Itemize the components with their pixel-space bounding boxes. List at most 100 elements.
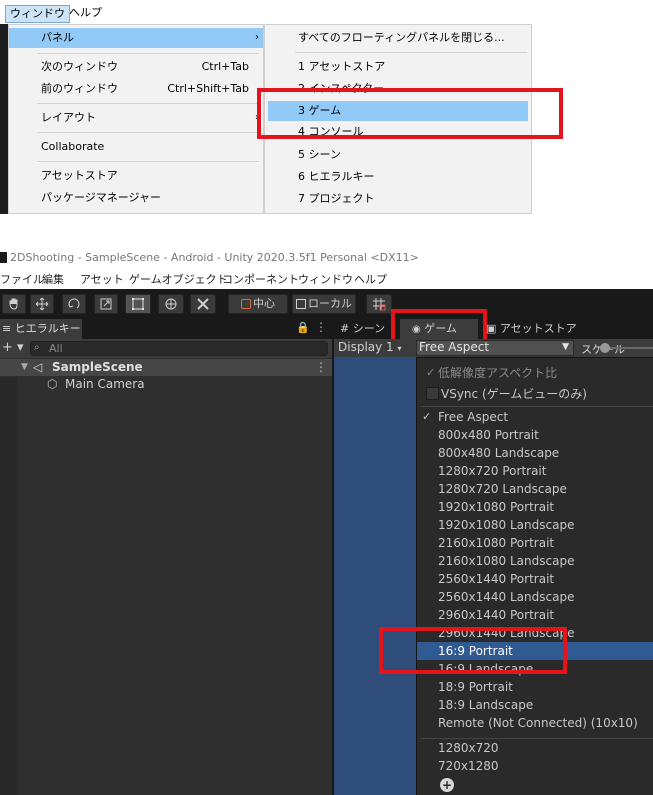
hierarchy-search-input[interactable]: ⌕ All bbox=[30, 341, 328, 356]
aspect-option[interactable]: 1280x720 Portrait bbox=[417, 462, 653, 480]
aspect-option-label: 800x480 Landscape bbox=[438, 446, 560, 460]
add-icon[interactable]: + ▾ bbox=[2, 340, 24, 355]
aspect-option[interactable]: 2160x1080 Landscape bbox=[417, 552, 653, 570]
aspect-option-label: 720x1280 bbox=[438, 759, 499, 773]
low-resolution-toggle[interactable]: ✓ 低解像度アスペクト比 bbox=[417, 364, 653, 382]
menu-separator bbox=[37, 132, 259, 133]
menu-item-prev-window[interactable]: 前のウィンドウ Ctrl+Shift+Tab bbox=[9, 79, 263, 99]
aspect-option[interactable]: 1280x720 Landscape bbox=[417, 480, 653, 498]
tab-asset-store[interactable]: ▣ アセットストア bbox=[482, 319, 578, 339]
aspect-option[interactable]: 800x480 Landscape bbox=[417, 444, 653, 462]
aspect-option-label: 18:9 Landscape bbox=[438, 698, 534, 712]
tab-label: シーン bbox=[352, 322, 386, 335]
aspect-option[interactable]: 2560x1440 Landscape bbox=[417, 588, 653, 606]
hand-tool-button[interactable] bbox=[2, 294, 26, 314]
menu-assets[interactable]: アセット bbox=[80, 271, 124, 287]
rotate-tool-button[interactable] bbox=[62, 294, 86, 314]
more-options-icon[interactable]: ⋮ bbox=[315, 359, 327, 376]
slider-handle[interactable] bbox=[600, 343, 610, 353]
checkmark-icon: ✓ bbox=[426, 366, 436, 379]
more-options-icon[interactable]: ⋮ bbox=[315, 320, 327, 334]
tab-hierarchy[interactable]: ≡ ヒエラルキー bbox=[0, 319, 82, 339]
space-label: ローカル bbox=[308, 297, 352, 310]
vsync-checkbox[interactable] bbox=[426, 387, 439, 400]
aspect-option-label: 2560x1440 Landscape bbox=[438, 590, 575, 604]
menu-edit[interactable]: 編集 bbox=[42, 271, 64, 287]
fixed-size-1280x720[interactable]: 1280x720 bbox=[417, 739, 653, 757]
tab-scene[interactable]: # シーン bbox=[336, 319, 392, 339]
custom-tool-button[interactable] bbox=[190, 294, 216, 314]
menu-separator bbox=[295, 52, 527, 53]
menu-item-hierarchy[interactable]: 6 ヒエラルキー bbox=[265, 167, 531, 187]
hand-icon bbox=[9, 298, 18, 310]
aspect-option[interactable]: 1920x1080 Landscape bbox=[417, 516, 653, 534]
aspect-dropdown[interactable]: Free Aspect ▼ bbox=[416, 340, 574, 356]
aspect-option[interactable]: 2560x1440 Portrait bbox=[417, 570, 653, 588]
menu-item-next-window[interactable]: 次のウィンドウ Ctrl+Tab bbox=[9, 57, 263, 77]
hierarchy-scene-row[interactable]: ▼ ◁ SampleScene ⋮ bbox=[0, 359, 332, 376]
fixed-size-720x1280[interactable]: 720x1280 bbox=[417, 757, 653, 775]
cube-icon: ⬡ bbox=[47, 377, 58, 391]
aspect-option-label: 1920x1080 Landscape bbox=[438, 518, 575, 532]
menubar: ウィンドウ ヘルプ bbox=[0, 0, 653, 24]
scale-tool-button[interactable] bbox=[94, 294, 118, 314]
menu-item-close-floating[interactable]: すべてのフローティングパネルを閉じる... bbox=[265, 28, 531, 48]
menu-item-panel[interactable]: パネル › bbox=[9, 28, 263, 48]
display-dropdown[interactable]: Display 1 ▾ bbox=[338, 340, 402, 354]
aspect-option[interactable]: ✓ Free Aspect bbox=[417, 408, 653, 426]
aspect-option[interactable]: 2160x1080 Portrait bbox=[417, 534, 653, 552]
aspect-option-label: Free Aspect bbox=[438, 410, 509, 424]
low-resolution-label: 低解像度アスペクト比 bbox=[438, 366, 558, 380]
pivot-toggle-button[interactable]: 中心 bbox=[228, 294, 288, 314]
menu-separator bbox=[37, 161, 259, 162]
transform-icon bbox=[165, 298, 177, 310]
menu-item-scene[interactable]: 5 シーン bbox=[265, 145, 531, 165]
menu-item-project[interactable]: 7 プロジェクト bbox=[265, 189, 531, 209]
vsync-toggle[interactable]: VSync (ゲームビューのみ) bbox=[417, 385, 653, 403]
hierarchy-camera-row[interactable]: ⬡ Main Camera bbox=[0, 376, 332, 393]
rect-tool-button[interactable] bbox=[125, 294, 151, 314]
menu-item-package-manager[interactable]: パッケージマネージャー bbox=[9, 188, 263, 208]
move-tool-button[interactable] bbox=[30, 294, 54, 314]
menu-item-asset-store[interactable]: 1 アセットストア bbox=[265, 57, 531, 77]
aspect-option[interactable]: 1920x1080 Portrait bbox=[417, 498, 653, 516]
menu-item-layout[interactable]: レイアウト › bbox=[9, 108, 263, 128]
transform-tool-button[interactable] bbox=[158, 294, 184, 314]
aspect-option[interactable]: 18:9 Landscape bbox=[417, 696, 653, 714]
aspect-option[interactable]: 18:9 Portrait bbox=[417, 678, 653, 696]
menu-item-label: 1 アセットストア bbox=[298, 60, 386, 73]
add-aspect-button[interactable]: + bbox=[440, 778, 454, 792]
menu-item-shortcut: Ctrl+Tab bbox=[201, 60, 249, 73]
scale-icon bbox=[100, 298, 112, 310]
menu-item-collaborate[interactable]: Collaborate bbox=[9, 137, 263, 157]
aspect-option-label: 2160x1080 Landscape bbox=[438, 554, 575, 568]
tab-label: アセットストア bbox=[499, 322, 577, 335]
grid-snap-button[interactable] bbox=[366, 294, 392, 314]
menu-item-label: 7 プロジェクト bbox=[298, 192, 375, 205]
editor-backdrop bbox=[0, 24, 8, 214]
scale-slider[interactable] bbox=[600, 343, 653, 353]
menu-component[interactable]: コンポーネント bbox=[222, 271, 299, 287]
menu-item-label: Collaborate bbox=[41, 140, 105, 153]
aspect-option[interactable]: 2960x1440 Portrait bbox=[417, 606, 653, 624]
menu-file[interactable]: ファイル bbox=[0, 271, 44, 287]
menu-item-label: パネル bbox=[41, 31, 74, 44]
menu-item-label: すべてのフローティングパネルを閉じる... bbox=[298, 31, 505, 44]
menu-separator bbox=[37, 103, 259, 104]
lock-icon[interactable]: 🔒 bbox=[296, 321, 310, 334]
unity-scene-icon: ◁ bbox=[33, 360, 43, 374]
menu-gameobject[interactable]: ゲームオブジェクト bbox=[129, 271, 228, 287]
vsync-label: VSync (ゲームビューのみ) bbox=[441, 387, 587, 401]
space-toggle-button[interactable]: ローカル bbox=[292, 294, 356, 314]
menu-item-label: 前のウィンドウ bbox=[41, 82, 118, 95]
menu-help[interactable]: ヘルプ bbox=[65, 5, 106, 23]
aspect-option[interactable]: 800x480 Portrait bbox=[417, 426, 653, 444]
menu-window[interactable]: ウィンドウ bbox=[5, 5, 70, 23]
aspect-option-label: 2960x1440 Portrait bbox=[438, 608, 555, 622]
aspect-label: Free Aspect bbox=[419, 341, 490, 354]
menu-item-asset-store[interactable]: アセットストア bbox=[9, 166, 263, 186]
menu-item-label: レイアウト bbox=[41, 111, 96, 124]
aspect-option[interactable]: Remote (Not Connected) (10x10) bbox=[417, 714, 653, 732]
menu-window[interactable]: ウィンドウ bbox=[298, 271, 353, 287]
menu-help[interactable]: ヘルプ bbox=[354, 271, 387, 287]
